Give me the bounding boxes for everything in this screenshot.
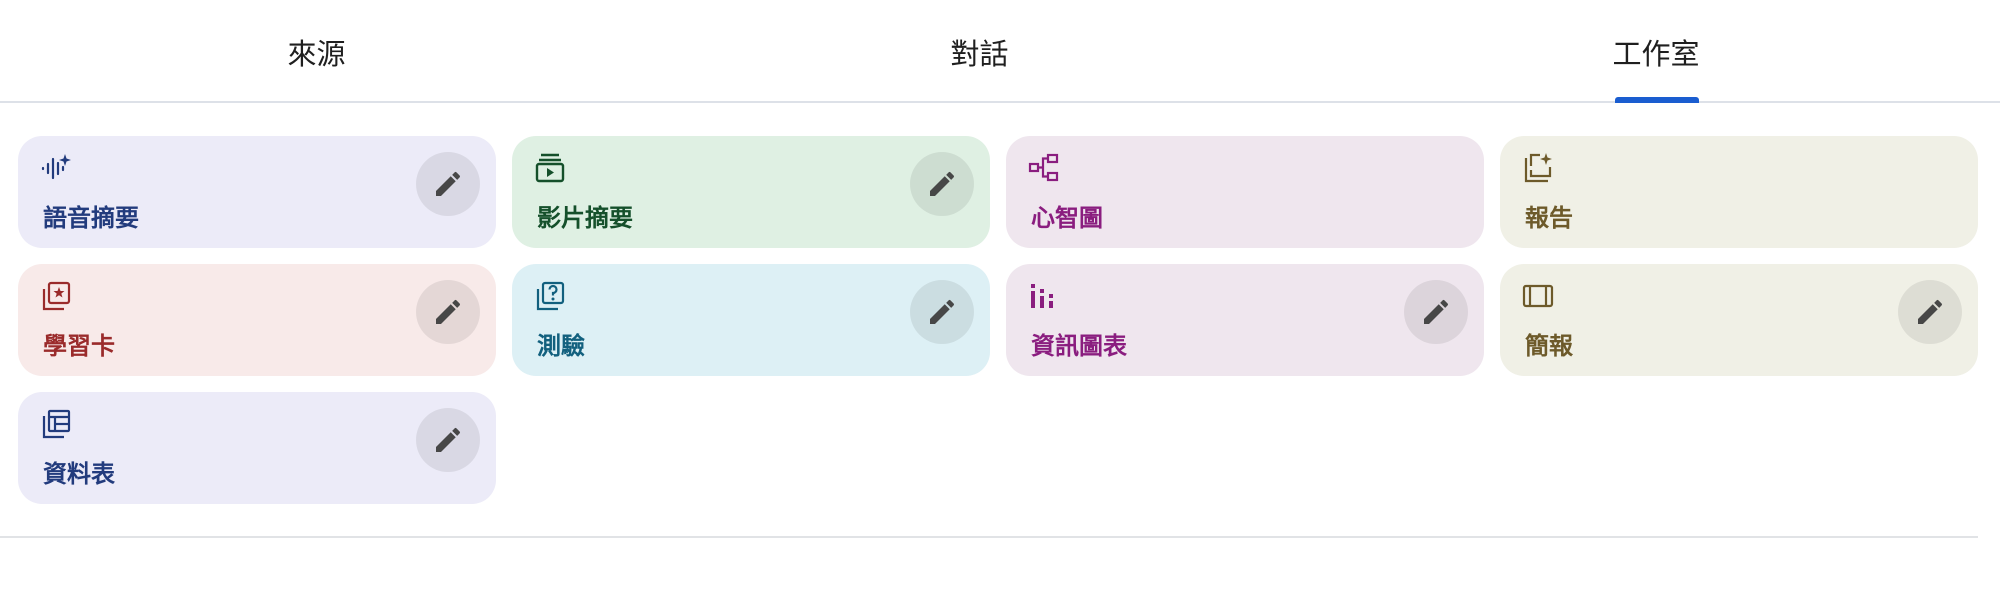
studio-card-slides[interactable]: 簡報: [1500, 264, 1978, 376]
card-label: 資料表: [43, 460, 115, 488]
pencil-icon: [436, 171, 461, 196]
studio-card-mind-map[interactable]: 心智圖: [1006, 136, 1484, 248]
card-label: 資訊圖表: [1031, 332, 1127, 360]
tab-studio[interactable]: 工作室: [1326, 0, 1986, 103]
report-icon: [1524, 153, 1552, 183]
pencil-icon: [1424, 299, 1449, 324]
pencil-icon: [930, 171, 955, 196]
section-divider: [0, 536, 1978, 538]
quiz-icon: [536, 281, 565, 311]
tab-chat[interactable]: 對話: [633, 0, 1326, 103]
card-label: 影片摘要: [537, 204, 633, 232]
card-label: 心智圖: [1031, 204, 1103, 232]
data-table-icon: [42, 409, 71, 439]
video-icon: [535, 153, 565, 183]
mind-map-icon: [1028, 153, 1059, 182]
pencil-icon: [436, 427, 461, 452]
pencil-icon: [436, 299, 461, 324]
studio-card-data-table[interactable]: 資料表: [18, 392, 496, 504]
edit-button[interactable]: [1404, 280, 1468, 344]
tab-active-indicator: [1615, 97, 1699, 103]
studio-card-infographic[interactable]: 資訊圖表: [1006, 264, 1484, 376]
edit-button[interactable]: [910, 152, 974, 216]
studio-card-report[interactable]: 報告: [1500, 136, 1978, 248]
card-label: 測驗: [537, 332, 585, 360]
pencil-icon: [1918, 299, 1943, 324]
tab-sources[interactable]: 來源: [0, 0, 633, 103]
card-label: 語音摘要: [43, 204, 139, 232]
card-label: 報告: [1525, 204, 1573, 232]
card-label: 學習卡: [43, 332, 115, 360]
edit-button[interactable]: [1898, 280, 1962, 344]
flashcard-icon: [42, 281, 71, 311]
studio-card-flashcards[interactable]: 學習卡: [18, 264, 496, 376]
edit-button[interactable]: [910, 280, 974, 344]
studio-card-audio-overview[interactable]: 語音摘要: [18, 136, 496, 248]
studio-card-video-overview[interactable]: 影片摘要: [512, 136, 990, 248]
edit-button[interactable]: [416, 280, 480, 344]
slides-icon: [1522, 284, 1554, 308]
card-label: 簡報: [1525, 332, 1573, 360]
edit-button[interactable]: [416, 152, 480, 216]
pencil-icon: [930, 299, 955, 324]
tab-bar: 來源 對話 工作室: [0, 0, 2000, 103]
edit-button[interactable]: [416, 408, 480, 472]
audio-sparkle-icon: [41, 154, 71, 180]
infographic-icon: [1031, 284, 1053, 308]
studio-card-quiz[interactable]: 測驗: [512, 264, 990, 376]
